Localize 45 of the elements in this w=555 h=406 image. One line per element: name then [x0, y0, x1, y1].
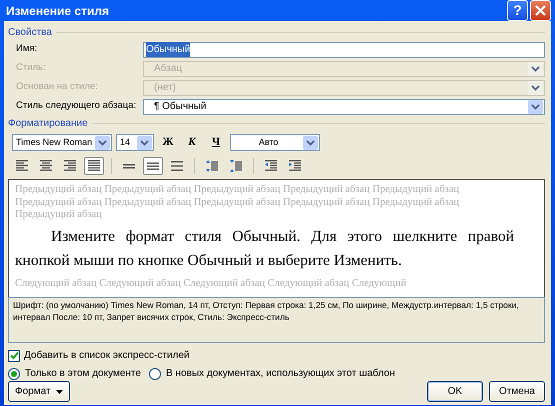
name-field[interactable]: Обычный — [143, 42, 545, 58]
indent-decrease-icon — [264, 158, 278, 172]
indent-increase-icon — [288, 158, 302, 172]
dropdown-field: (нет) — [143, 80, 545, 96]
window-title: Изменение стиля — [6, 2, 110, 20]
cancel-button[interactable]: Отмена — [489, 381, 545, 402]
format-menu-button[interactable]: Формат — [8, 381, 70, 402]
field-label: Стиль следующего абзаца: — [16, 99, 138, 114]
justify-button[interactable] — [84, 156, 104, 174]
checkbox-label: Добавить в список экспресс-стилей — [24, 349, 190, 363]
section-heading: Форматирование — [8, 117, 88, 131]
help-button[interactable]: ? — [507, 0, 528, 21]
radio-button[interactable] — [8, 368, 20, 380]
space-before-down-icon — [229, 158, 243, 172]
field-label: Стиль: — [16, 61, 47, 76]
underline-button[interactable]: Ч — [206, 134, 226, 152]
radio-label: Только в этом документе — [25, 367, 141, 381]
close-button[interactable] — [530, 0, 551, 21]
section-heading: Свойства — [8, 26, 52, 40]
next-paragraph-text: Следующий абзац Следующий абзац Следующий абзац Следующий абзац Следующий — [15, 278, 408, 290]
field-label: Имя: — [16, 42, 38, 56]
dropdown-field: Абзац — [143, 60, 545, 76]
radio-button[interactable] — [148, 368, 161, 380]
bold-button[interactable]: Ж — [158, 134, 178, 152]
ok-button[interactable]: OK — [427, 381, 483, 402]
dropdown-field[interactable]: ¶ Обычный — [143, 98, 545, 114]
justify-icon — [87, 158, 101, 172]
align-center-icon — [39, 158, 53, 172]
previous-paragraph-text: Предыдущий абзац Предыдущий абзац Предыдущий абзац Предыдущий абзац Предыдущий абзац Предыдущий абзац Предыдущий абзац Предыдущий абзац Предыдущий абзац Предыдущий абзац Предыдущий абзац — [15, 184, 460, 222]
checkbox[interactable] — [8, 350, 20, 362]
font-dropdown[interactable]: Times New Roman — [12, 134, 112, 151]
field-label: Основан на стиле: — [16, 80, 99, 94]
caret-icon — [56, 390, 63, 394]
italic-button[interactable]: К — [182, 134, 202, 152]
close-icon — [535, 5, 546, 16]
space-before-up-icon — [205, 158, 219, 172]
align-right-icon — [63, 158, 77, 172]
radio-label: В новых документах, использующих этот шаблон — [166, 367, 395, 381]
style-description-text: Шрифт: (по умолчанию) Times New Roman, 14 пт, Отступ: Первая строка: 1,25 см, По ширине, Междустр.интервал: 1,5 строки, интервал После: 10 пт, Запрет висячих строк, Стиль: Экспресс-стиль — [8, 297, 545, 343]
one-half-spacing-button[interactable] — [143, 156, 163, 174]
sample-paragraph-text: Измените формат стиля Обычный. Для этого шелкните правой кнопкой мыши по кнопке Обычный и выберите Изменить. — [15, 226, 515, 272]
align-left-icon — [15, 158, 29, 172]
double-spacing-icon — [170, 158, 184, 172]
color-dropdown[interactable]: Авто — [230, 134, 320, 151]
size-dropdown[interactable]: 14 — [116, 134, 154, 151]
